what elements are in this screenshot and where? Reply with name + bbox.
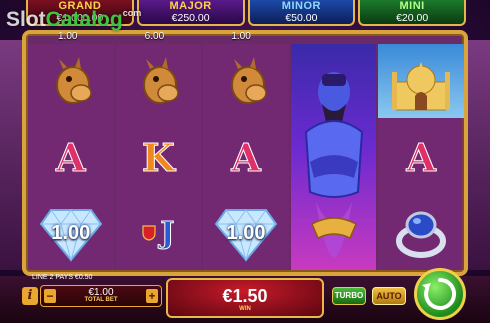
letter-a: A xyxy=(56,134,87,180)
line-pays-text: LINE 2 PAYS €0.50 xyxy=(32,274,93,281)
ring-icon xyxy=(396,211,447,258)
letter-a: A xyxy=(231,134,262,180)
letter-k: K xyxy=(141,134,175,180)
jackpot-mini: MINI €20.00 xyxy=(358,0,466,26)
shield-icon xyxy=(142,225,156,241)
reel-values-strip: 1.00 6.00 1.00 xyxy=(28,30,288,44)
jackpot-minor-value: €50.00 xyxy=(285,12,318,24)
jackpot-major: MAJOR €250.00 xyxy=(136,0,245,26)
reels: A 1.00 K J A 1.00 A xyxy=(28,44,464,270)
letter-j: J xyxy=(160,215,175,251)
symbol-diamond: 1.00 xyxy=(28,196,114,270)
camel-icon xyxy=(143,57,180,104)
genie-icon xyxy=(304,72,363,258)
symbol-a: A xyxy=(378,120,464,194)
diamond-wrap: 1.00 xyxy=(214,204,278,262)
turbo-button[interactable]: TURBO xyxy=(332,287,366,305)
symbol-camel xyxy=(203,44,289,118)
jackpot-minor: MINOR €50.00 xyxy=(247,0,356,26)
left-curtain xyxy=(0,40,24,270)
watermark: SlotCatalogcom xyxy=(6,8,141,32)
symbol-j: J xyxy=(116,196,202,270)
letter-a: A xyxy=(406,134,437,180)
jackpot-major-name: MAJOR xyxy=(169,0,212,12)
symbol-ring xyxy=(378,196,464,270)
reel-3: A 1.00 xyxy=(203,44,289,270)
win-value: €1.50 xyxy=(222,286,268,306)
camel-icon xyxy=(55,57,92,104)
reel-value-3: 1.00 xyxy=(231,31,251,42)
watermark-part1: Slot xyxy=(6,8,46,31)
symbol-diamond: 1.00 xyxy=(203,196,289,270)
bet-label: TOTAL BET xyxy=(84,297,118,303)
jackpot-major-value: €250.00 xyxy=(171,12,210,24)
symbol-palace xyxy=(378,44,464,118)
symbol-camel xyxy=(28,44,114,118)
reel-5: A xyxy=(378,44,464,270)
diamond-value: 1.00 xyxy=(226,222,266,244)
win-display: €1.50 WIN xyxy=(166,278,324,318)
bet-selector: − €1.00 TOTAL BET + xyxy=(40,285,162,307)
jackpot-mini-value: €20.00 xyxy=(396,12,429,24)
reel-1: A 1.00 xyxy=(28,44,114,270)
reel-2: K J xyxy=(115,44,202,270)
reel-4 xyxy=(290,44,377,270)
win-label: WIN xyxy=(239,306,251,312)
diamond-wrap: 1.00 xyxy=(39,204,103,262)
watermark-suffix: com xyxy=(122,8,142,18)
camel-icon xyxy=(230,57,267,104)
symbol-camel xyxy=(116,44,202,118)
reel-value-1: 1.00 xyxy=(58,31,78,42)
symbol-k: K xyxy=(116,120,202,194)
symbol-a: A xyxy=(203,120,289,194)
spin-icon xyxy=(422,277,457,310)
auto-button[interactable]: AUTO xyxy=(372,287,406,305)
jackpot-mini-name: MINI xyxy=(399,0,425,12)
jackpot-minor-name: MINOR xyxy=(281,0,321,12)
watermark-part2: Catalog xyxy=(45,8,123,31)
palace-icon xyxy=(392,62,451,111)
symbol-a: A xyxy=(28,120,114,194)
bet-plus-button[interactable]: + xyxy=(146,289,158,303)
right-curtain xyxy=(466,40,490,270)
reel-value-2: 6.00 xyxy=(144,31,165,42)
info-button[interactable]: i xyxy=(22,287,38,305)
diamond-value: 1.00 xyxy=(51,222,91,244)
spin-button[interactable] xyxy=(414,268,466,320)
